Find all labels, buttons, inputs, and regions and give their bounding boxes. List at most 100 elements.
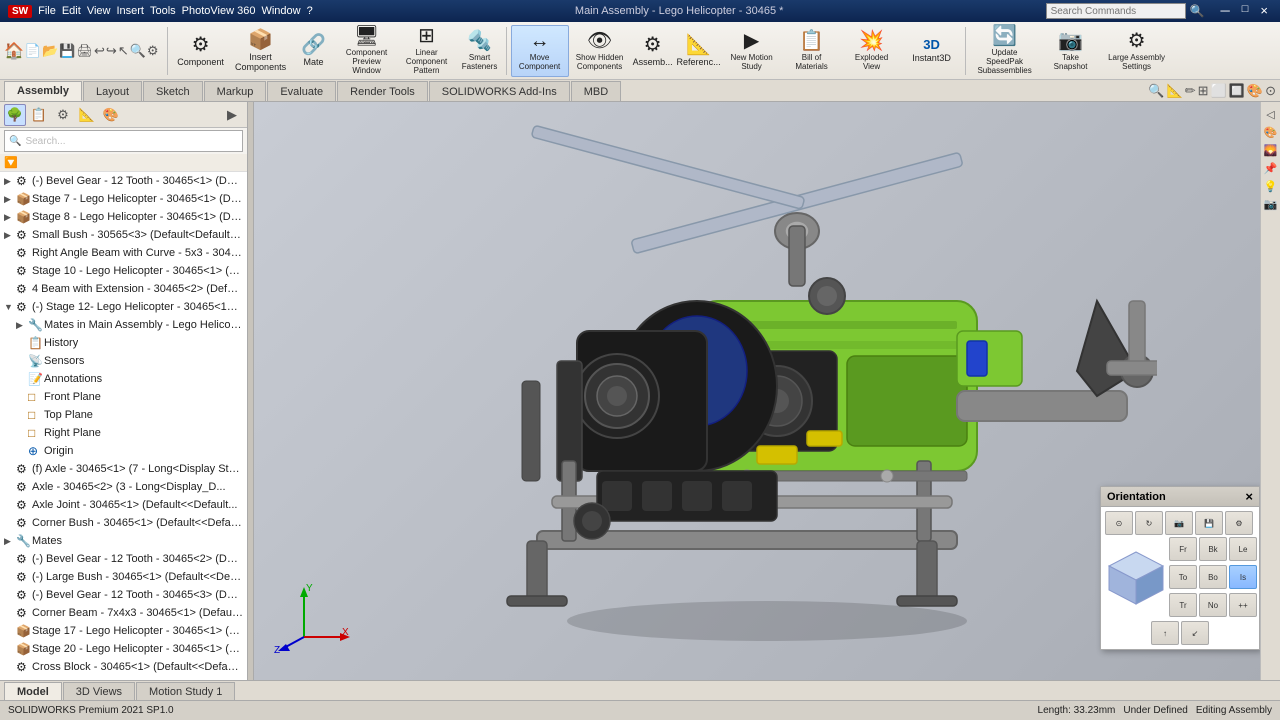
menu-view[interactable]: View (87, 5, 111, 17)
tab-render-tools[interactable]: Render Tools (337, 81, 428, 101)
tree-item-28[interactable]: ⚙ (-) Stage 21 - Lego Helicopter - 30465… (0, 676, 247, 680)
orient-tool-5[interactable]: ⚙ (1225, 511, 1253, 535)
view-tool-5[interactable]: ⬜ (1211, 83, 1227, 99)
assembly-button[interactable]: ⚙ Assemb... (631, 25, 675, 77)
tree-item-23[interactable]: ⚙ (-) Bevel Gear - 12 Tooth - 30465<3> (… (0, 586, 247, 604)
tree-item-2[interactable]: ▶ 📦 Stage 8 - Lego Helicopter - 30465<1>… (0, 208, 247, 226)
view-tool-3[interactable]: ✏ (1185, 83, 1196, 99)
undo-button[interactable]: ↩ (94, 43, 105, 59)
redo-button[interactable]: ↪ (106, 43, 117, 59)
tree-item-24[interactable]: ⚙ Corner Beam - 7x4x3 - 30465<1> (Defaul… (0, 604, 247, 622)
feature-tree[interactable]: ▶ ⚙ (-) Bevel Gear - 12 Tooth - 30465<1>… (0, 172, 247, 680)
orientation-close[interactable]: × (1245, 489, 1253, 504)
close-button[interactable]: × (1256, 3, 1272, 19)
update-speedpak-button[interactable]: 🔄 Update SpeedPak Subassemblies (970, 25, 1040, 77)
menu-file[interactable]: File (38, 5, 56, 17)
tab-evaluate[interactable]: Evaluate (267, 81, 336, 101)
orient-tool-3[interactable]: 📷 (1165, 511, 1193, 535)
orient-view-front[interactable]: Fr (1169, 537, 1197, 561)
tree-item-6[interactable]: ⚙ 4 Beam with Extension - 30465<2> (Defa… (0, 280, 247, 298)
config-mgr-btn[interactable]: ⚙ (52, 104, 74, 126)
new-button[interactable]: 📄 (25, 43, 41, 59)
menu-window[interactable]: Window (261, 5, 300, 17)
tab-solidworks-addins[interactable]: SOLIDWORKS Add-Ins (429, 81, 570, 101)
motion-study-button[interactable]: ▶ New Motion Study (723, 25, 781, 77)
orient-view-more[interactable]: ++ (1229, 593, 1257, 617)
tree-item-7[interactable]: ▼ ⚙ (-) Stage 12- Lego Helicopter - 3046… (0, 298, 247, 316)
save-button[interactable]: 💾 (59, 43, 75, 59)
mate-button[interactable]: 🔗 Mate (292, 25, 336, 77)
right-icon-5[interactable]: 💡 (1263, 178, 1279, 194)
view-tool-7[interactable]: 🎨 (1247, 83, 1263, 99)
appearance-btn[interactable]: 🎨 (100, 104, 122, 126)
open-button[interactable]: 📂 (42, 43, 58, 59)
large-assembly-button[interactable]: ⚙ Large Assembly Settings (1102, 25, 1172, 77)
dim-expert-btn[interactable]: 📐 (76, 104, 98, 126)
tree-item-11[interactable]: 📝 Annotations (0, 370, 247, 388)
orient-view-isometric[interactable]: Is (1229, 565, 1257, 589)
options-button[interactable]: ⚙ (147, 43, 159, 59)
tree-item-8[interactable]: ▶ 🔧 Mates in Main Assembly - Lego Helico… (0, 316, 247, 334)
tab-mbd[interactable]: MBD (571, 81, 621, 101)
right-icon-1[interactable]: ◁ (1263, 106, 1279, 122)
view-tool-4[interactable]: ⊞ (1198, 83, 1209, 99)
tree-item-21[interactable]: ⚙ (-) Bevel Gear - 12 Tooth - 30465<2> (… (0, 550, 247, 568)
menu-photoview[interactable]: PhotoView 360 (182, 5, 256, 17)
tab-assembly[interactable]: Assembly (4, 81, 82, 101)
smart-fasteners-button[interactable]: 🔩 Smart Fasteners (458, 25, 502, 77)
home-button[interactable]: 🏠 (4, 41, 24, 61)
filter-icon[interactable]: 🔽 (4, 156, 18, 169)
tab-motion-study[interactable]: Motion Study 1 (136, 682, 235, 700)
tree-item-5[interactable]: ⚙ Stage 10 - Lego Helicopter - 30465<1> … (0, 262, 247, 280)
exploded-view-button[interactable]: 💥 Exploded View (843, 25, 901, 77)
view-tool-1[interactable]: 🔍 (1148, 83, 1164, 99)
tree-item-origin[interactable]: ⊕ Origin (0, 442, 247, 460)
select-button[interactable]: ↖ (118, 43, 129, 59)
tree-item-right-plane[interactable]: □ Right Plane (0, 424, 247, 442)
view-tool-8[interactable]: ⊙ (1265, 83, 1276, 99)
3d-cube-view[interactable] (1105, 548, 1167, 608)
menu-edit[interactable]: Edit (62, 5, 81, 17)
right-icon-4[interactable]: 📌 (1263, 160, 1279, 176)
tree-item-10[interactable]: 📡 Sensors (0, 352, 247, 370)
orient-view-bottom[interactable]: Bo (1199, 565, 1227, 589)
snapshot-button[interactable]: 📷 Take Snapshot (1042, 25, 1100, 77)
collapse-panel-btn[interactable]: ▶ (221, 104, 243, 126)
linear-pattern-button[interactable]: ⊞ Linear Component Pattern (398, 25, 456, 77)
menu-tools[interactable]: Tools (150, 5, 176, 17)
search-input[interactable] (1046, 3, 1186, 19)
tree-item-3[interactable]: ▶ ⚙ Small Bush - 30565<3> (Default<Defau… (0, 226, 247, 244)
tree-item-front-plane[interactable]: □ Front Plane (0, 388, 247, 406)
orient-nav-2[interactable]: ↙ (1181, 621, 1209, 645)
tab-sketch[interactable]: Sketch (143, 81, 203, 101)
tab-model[interactable]: Model (4, 682, 62, 700)
maximize-button[interactable]: □ (1238, 3, 1253, 19)
tree-item-9[interactable]: 📋 History (0, 334, 247, 352)
menu-insert[interactable]: Insert (116, 5, 144, 17)
tree-item-26[interactable]: 📦 Stage 20 - Lego Helicopter - 30465<1> … (0, 640, 247, 658)
orient-view-normal[interactable]: No (1199, 593, 1227, 617)
reference-button[interactable]: 📐 Referenc... (677, 25, 721, 77)
orient-view-left[interactable]: Le (1229, 537, 1257, 561)
orient-tool-2[interactable]: ↻ (1135, 511, 1163, 535)
instant3d-button[interactable]: 3D Instant3D (903, 25, 961, 77)
print-button[interactable]: 🖨 (76, 43, 93, 59)
tree-item-mates[interactable]: ▶ 🔧 Mates (0, 532, 247, 550)
minimize-button[interactable]: ─ (1217, 3, 1234, 19)
tree-item-27[interactable]: ⚙ Cross Block - 30465<1> (Default<<Defau… (0, 658, 247, 676)
tree-item-18[interactable]: ⚙ Axle Joint - 30465<1> (Default<<Defaul… (0, 496, 247, 514)
orient-nav-1[interactable]: ↑ (1151, 621, 1179, 645)
right-icon-2[interactable]: 🎨 (1263, 124, 1279, 140)
tree-item-16[interactable]: ⚙ (f) Axle - 30465<1> (7 - Long<Display … (0, 460, 247, 478)
right-icon-3[interactable]: 🌄 (1263, 142, 1279, 158)
orient-tool-4[interactable]: 💾 (1195, 511, 1223, 535)
component-button[interactable]: ⚙ Component (172, 25, 230, 77)
view-tool-6[interactable]: 🔲 (1229, 83, 1245, 99)
orient-view-trimetric[interactable]: Tr (1169, 593, 1197, 617)
show-hidden-button[interactable]: 👁 Show Hidden Components (571, 25, 629, 77)
tree-item-4[interactable]: ⚙ Right Angle Beam with Curve - 5x3 - 30… (0, 244, 247, 262)
feature-tree-btn[interactable]: 🌳 (4, 104, 26, 126)
tree-item-1[interactable]: ▶ 📦 Stage 7 - Lego Helicopter - 30465<1>… (0, 190, 247, 208)
property-mgr-btn[interactable]: 📋 (28, 104, 50, 126)
viewport[interactable]: Y X Z Orientation × (254, 102, 1280, 680)
